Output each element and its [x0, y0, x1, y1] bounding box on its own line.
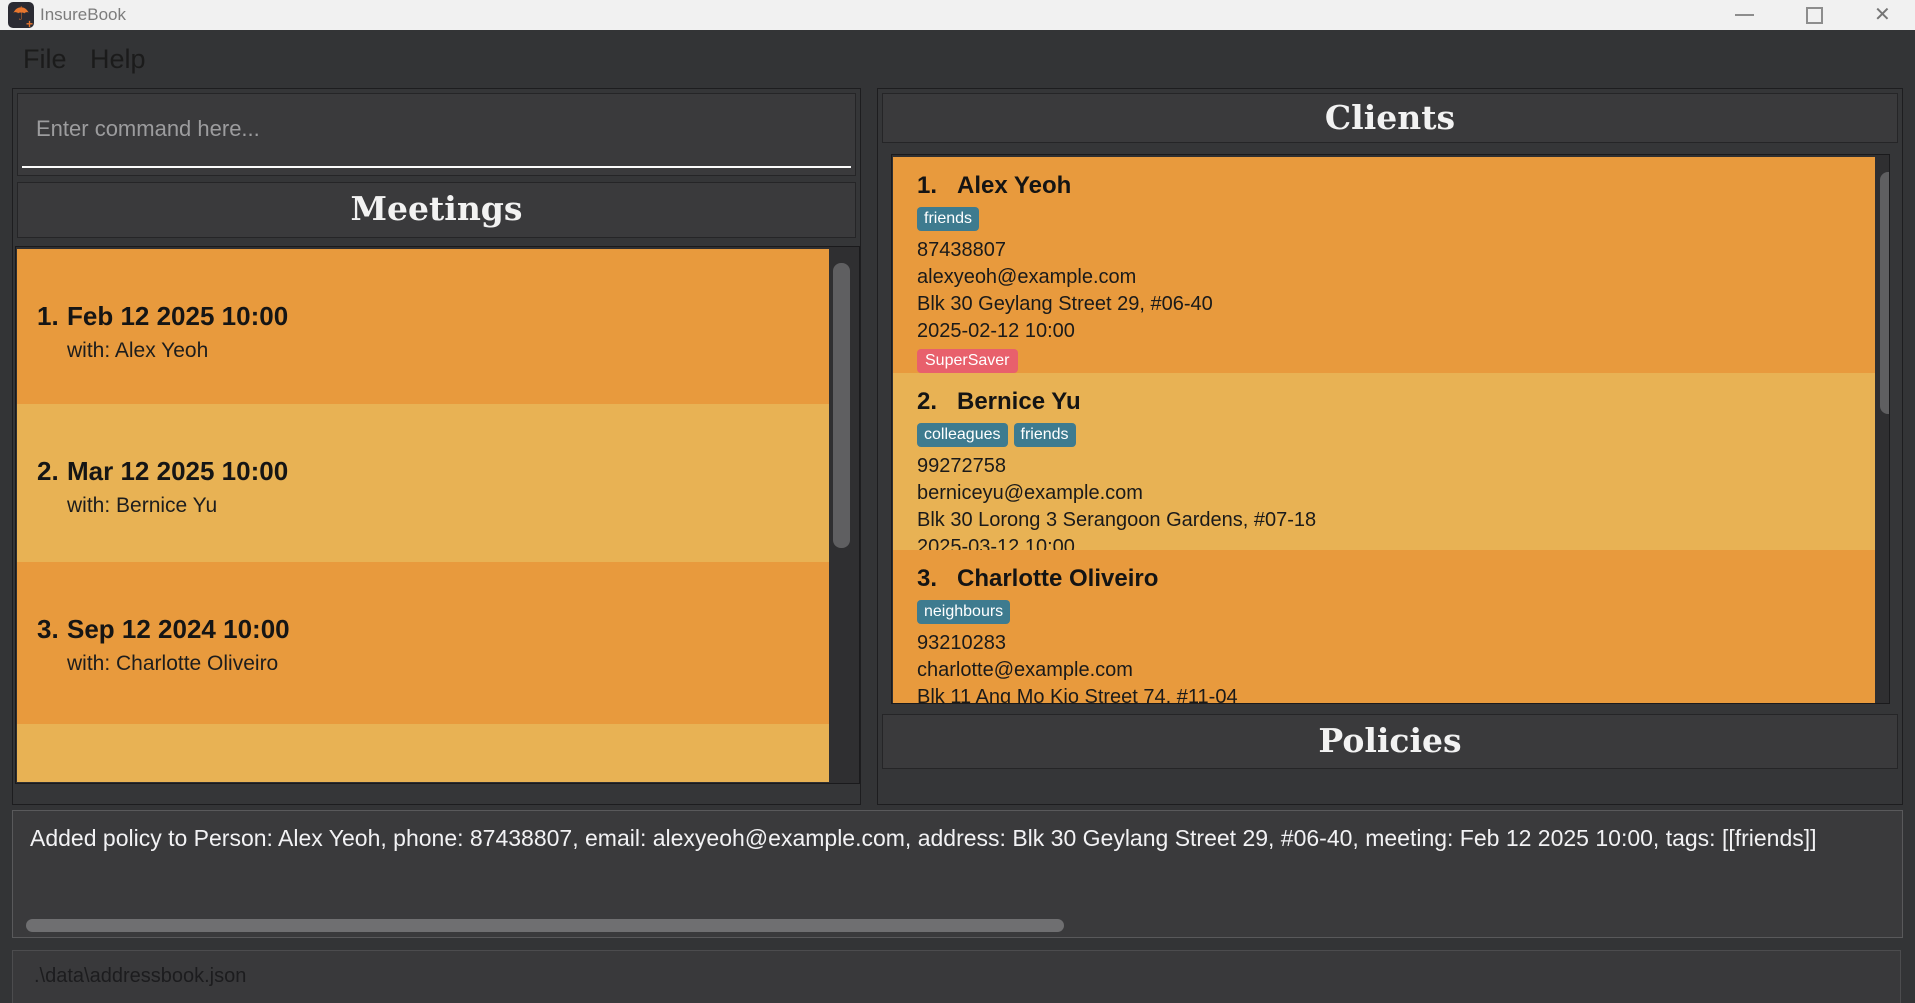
- meeting-datetime: 1. Feb 12 2025 10:00: [37, 301, 289, 331]
- minimize-button[interactable]: [1735, 14, 1754, 16]
- client-index: 2.: [917, 388, 938, 415]
- client-index: 3.: [917, 565, 938, 592]
- client-name: 3. Charlotte Oliveiro: [917, 565, 1159, 592]
- tag-badge: friends: [1013, 423, 1076, 447]
- right-panel: Clients 1. Alex Yeoh friends 87438807 alexye…: [877, 88, 1903, 805]
- meetings-scrollbar[interactable]: [833, 263, 850, 548]
- client-tags: friends: [917, 207, 1875, 231]
- command-box: [17, 93, 856, 176]
- command-input[interactable]: [34, 100, 818, 158]
- meeting-with: with: Alex Yeoh: [67, 339, 209, 362]
- command-underline: [22, 166, 851, 168]
- meeting-datetime: 3. Sep 12 2024 10:00: [37, 614, 290, 644]
- client-email: berniceyu@example.com: [917, 482, 1143, 504]
- meetings-header: Meetings: [17, 182, 856, 238]
- plus-icon: +: [25, 17, 33, 31]
- tag-badge: neighbours: [917, 600, 1011, 624]
- meeting-row-empty: [17, 724, 829, 782]
- app-icon: ☂ +: [8, 2, 34, 31]
- status-bar-inner: .\data\addressbook.json: [12, 950, 1901, 1003]
- menu-item-file[interactable]: File: [23, 30, 67, 88]
- left-panel: Meetings 1.Feb 12 2025 10:00 with: Alex Y…: [12, 88, 861, 805]
- meeting-index: 2.: [37, 456, 59, 486]
- client-address: Blk 30 Lorong 3 Serangoon Gardens, #07-1…: [917, 509, 1317, 531]
- clients-list[interactable]: 1. Alex Yeoh friends 87438807 alexyeoh@examp…: [891, 154, 1890, 704]
- menu-item-help[interactable]: Help: [90, 30, 146, 88]
- meeting-row[interactable]: 3. Sep 12 2024 10:00 with: Charlotte Olive…: [17, 562, 829, 724]
- client-name: 2. Bernice Yu: [917, 388, 1081, 415]
- status-bar: .\data\addressbook.json: [0, 940, 1915, 1003]
- close-button[interactable]: ✕: [1874, 0, 1891, 30]
- result-horizontal-scrollbar[interactable]: [26, 919, 1064, 932]
- meeting-index: 3.: [37, 614, 59, 644]
- client-tags: colleagues friends: [917, 423, 1875, 447]
- client-email: charlotte@example.com: [917, 659, 1133, 681]
- policies-title: Policies: [1318, 721, 1462, 760]
- result-display[interactable]: Added policy to Person: Alex Yeoh, phone…: [12, 810, 1903, 938]
- client-phone: 93210283: [917, 632, 1006, 654]
- result-message: Added policy to Person: Alex Yeoh, phone…: [30, 825, 1817, 851]
- policy-badge: SuperSaver: [917, 349, 1018, 373]
- client-tags: neighbours: [917, 600, 1875, 624]
- tag-badge: friends: [917, 207, 980, 231]
- client-phone: 87438807: [917, 239, 1006, 261]
- client-policies: SuperSaver: [917, 349, 1875, 373]
- maximize-button[interactable]: [1806, 7, 1823, 24]
- meeting-with: with: Charlotte Oliveiro: [67, 652, 279, 675]
- meeting-row[interactable]: 2. Mar 12 2025 10:00 with: Bernice Yu: [17, 404, 829, 562]
- meetings-title: Meetings: [350, 189, 523, 228]
- client-phone: 99272758: [917, 455, 1006, 477]
- menu-bar: File Help: [0, 30, 1915, 88]
- client-card[interactable]: 3. Charlotte Oliveiro neighbours 93210283 ch…: [893, 550, 1875, 704]
- client-name: 1. Alex Yeoh: [917, 172, 1072, 199]
- client-index: 1.: [917, 172, 938, 199]
- meeting-with: with: Bernice Yu: [67, 494, 218, 517]
- client-meeting: 2025-02-12 10:00: [917, 320, 1075, 342]
- meeting-datetime: 2. Mar 12 2025 10:00: [37, 456, 289, 486]
- client-card[interactable]: 2. Bernice Yu colleagues friends 99272758 ber…: [893, 373, 1875, 550]
- titlebar: ☂ + InsureBook ✕: [0, 0, 1915, 31]
- clients-title: Clients: [1324, 98, 1456, 137]
- client-address: Blk 11 Ang Mo Kio Street 74, #11-04: [917, 686, 1238, 704]
- meetings-list[interactable]: 1. Feb 12 2025 10:00 with: Alex Yeoh 2. Mar …: [15, 246, 860, 784]
- meeting-row[interactable]: 1. Feb 12 2025 10:00 with: Alex Yeoh: [17, 249, 829, 404]
- meeting-index: 1.: [37, 301, 59, 331]
- tag-badge: colleagues: [917, 423, 1008, 447]
- client-email: alexyeoh@example.com: [917, 266, 1137, 288]
- client-meeting: 2025-03-12 10:00: [917, 536, 1075, 550]
- client-address: Blk 30 Geylang Street 29, #06-40: [917, 293, 1213, 315]
- status-file-path: .\data\addressbook.json: [34, 965, 247, 987]
- client-card[interactable]: 1. Alex Yeoh friends 87438807 alexyeoh@examp…: [893, 157, 1875, 373]
- policies-header: Policies: [882, 714, 1898, 769]
- window-title: InsureBook: [40, 5, 126, 24]
- clients-scrollbar[interactable]: [1880, 172, 1889, 414]
- clients-header: Clients: [882, 93, 1898, 143]
